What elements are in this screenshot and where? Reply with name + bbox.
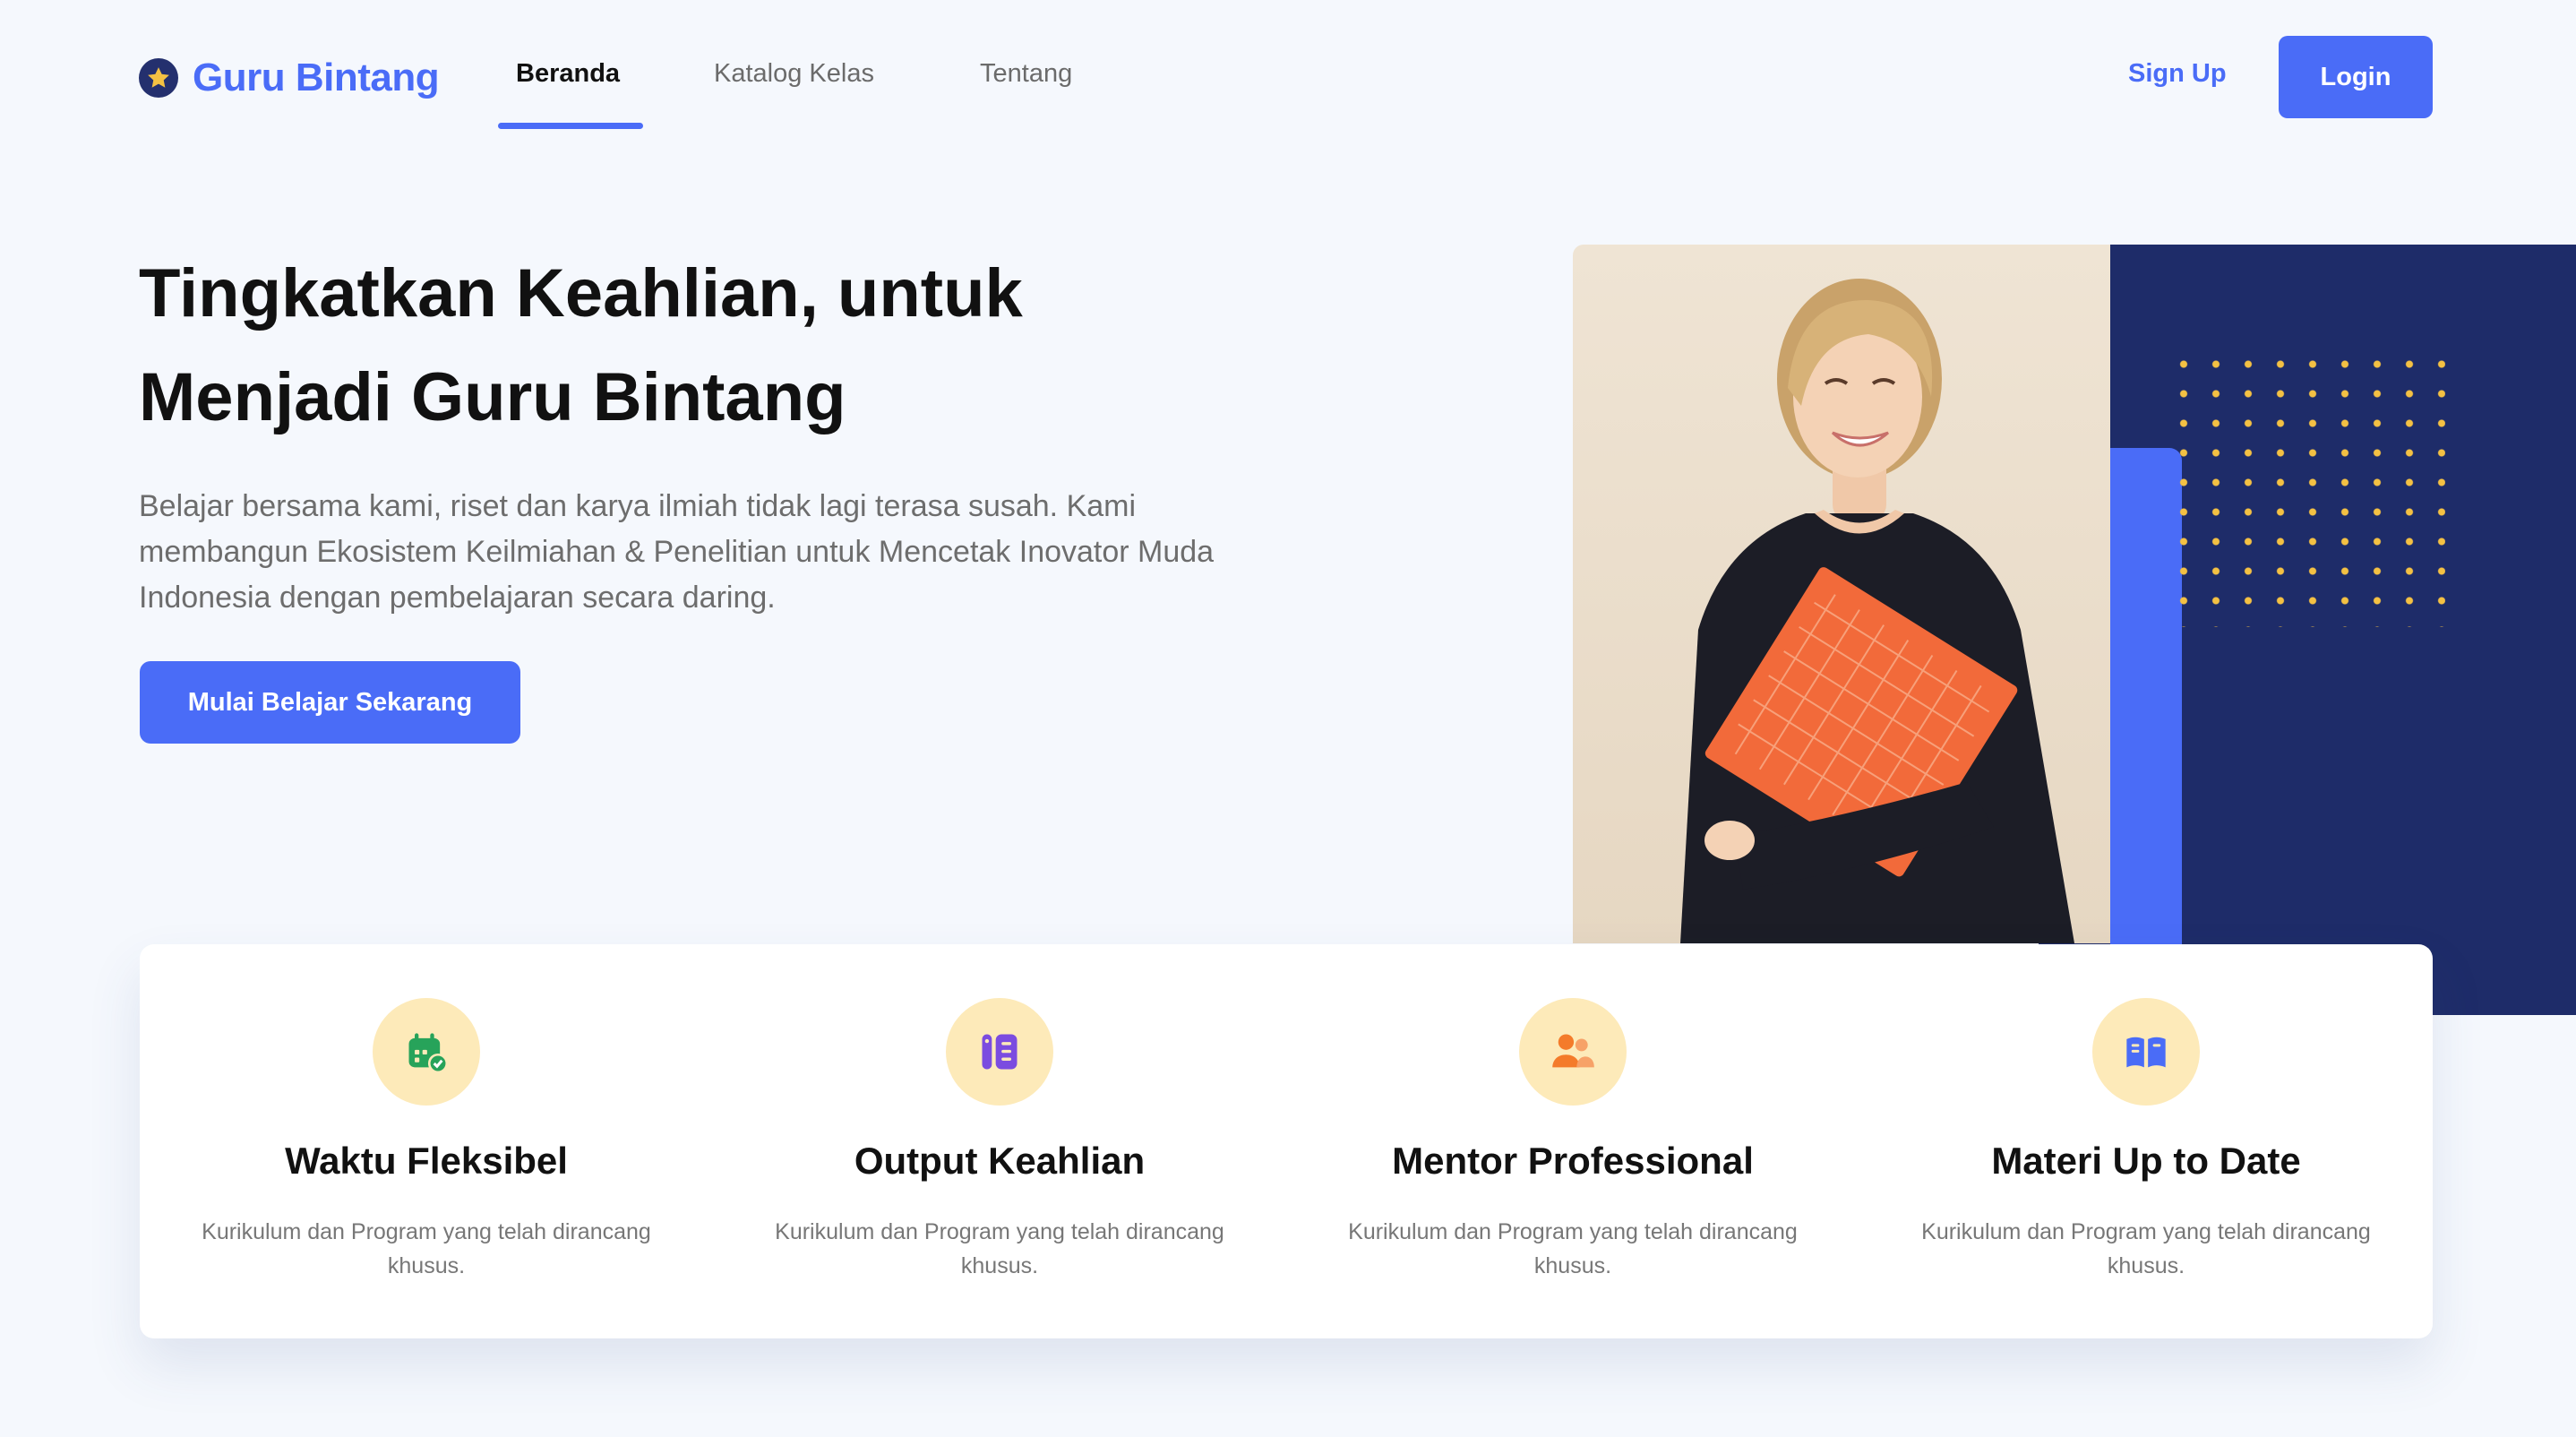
notebook-icon	[982, 1034, 1018, 1070]
signup-link[interactable]: Sign Up	[2128, 59, 2227, 89]
feature-item: Waktu Fleksibel Kurikulum dan Program ya…	[140, 944, 713, 1338]
login-button[interactable]: Login	[2279, 36, 2433, 118]
users-icon	[1552, 1034, 1594, 1068]
nav-link-beranda[interactable]: Beranda	[516, 59, 620, 89]
brand-logo[interactable]: Guru Bintang	[139, 56, 440, 100]
brand-name: Guru Bintang	[193, 56, 440, 99]
hero-photo	[1573, 245, 2110, 943]
hero-description: Belajar bersama kami, riset dan karya il…	[139, 489, 1215, 615]
dot-pattern	[2168, 349, 2445, 627]
hero-title: Tingkatkan Keahlian, untuk Menjadi Guru …	[139, 242, 1303, 450]
feature-item: Materi Up to Date Kurikulum dan Program …	[1859, 944, 2433, 1338]
start-learning-button[interactable]: Mulai Belajar Sekarang	[140, 661, 520, 744]
hero-title-line-2: Menjadi Guru Bintang	[139, 359, 846, 435]
woman-with-folder-illustration	[1680, 279, 2074, 943]
feature-description: Kurikulum dan Program yang telah diranca…	[775, 1219, 1224, 1278]
feature-item: Output Keahlian Kurikulum dan Program ya…	[713, 944, 1286, 1338]
feature-description: Kurikulum dan Program yang telah diranca…	[1921, 1219, 2371, 1278]
feature-item: Mentor Professional Kurikulum dan Progra…	[1286, 944, 1859, 1338]
feature-title: Mentor Professional	[1392, 1140, 1754, 1182]
feature-icon-badge	[373, 998, 480, 1106]
star-icon	[139, 58, 178, 98]
active-nav-indicator	[498, 123, 643, 129]
feature-title: Materi Up to Date	[1991, 1140, 2301, 1182]
nav-link-katalog-kelas[interactable]: Katalog Kelas	[714, 59, 874, 89]
feature-description: Kurikulum dan Program yang telah diranca…	[202, 1219, 651, 1278]
feature-icon-badge	[1519, 998, 1627, 1106]
feature-title: Waktu Fleksibel	[285, 1140, 568, 1182]
feature-description: Kurikulum dan Program yang telah diranca…	[1348, 1219, 1798, 1278]
calendar-check-icon	[408, 1033, 449, 1074]
hero-title-line-1: Tingkatkan Keahlian, untuk	[139, 255, 1023, 331]
feature-icon-badge	[946, 998, 1053, 1106]
feature-icon-badge	[2092, 998, 2200, 1106]
feature-title: Output Keahlian	[854, 1140, 1146, 1182]
open-book-icon	[2126, 1037, 2166, 1068]
features-card: Waktu Fleksibel Kurikulum dan Program ya…	[140, 944, 2433, 1338]
navbar: Guru Bintang Beranda Katalog Kelas Tenta…	[0, 0, 2576, 161]
nav-link-tentang[interactable]: Tentang	[980, 59, 1072, 89]
